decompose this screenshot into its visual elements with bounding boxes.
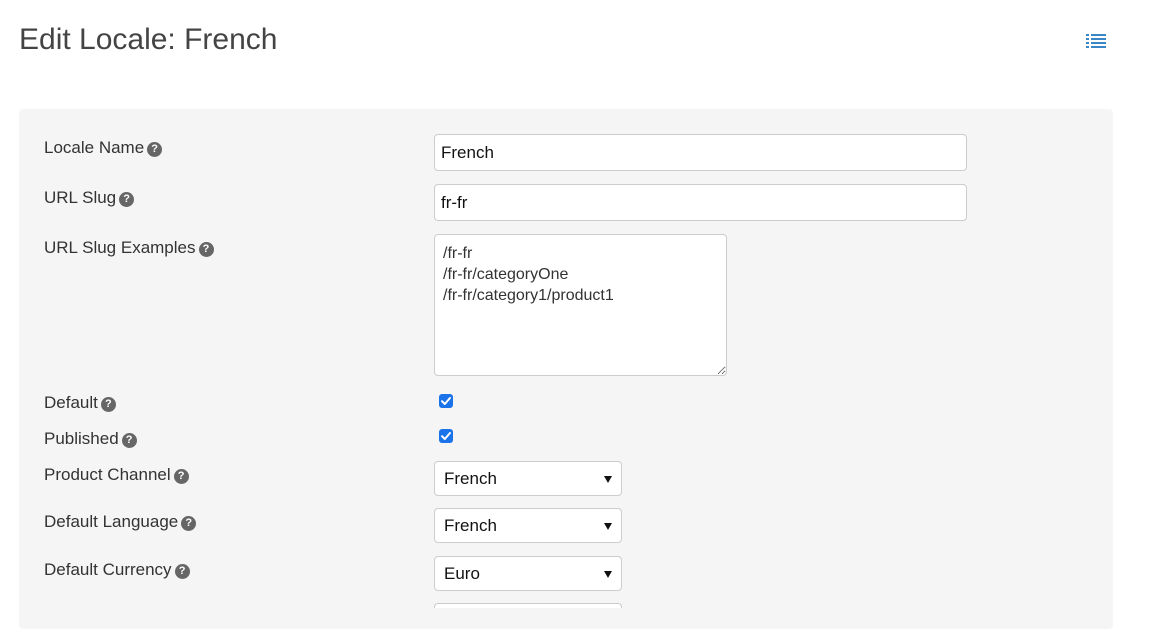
help-icon[interactable]: ? <box>147 142 163 157</box>
product-channel-select[interactable]: French <box>434 461 622 496</box>
help-icon[interactable]: ? <box>198 242 214 257</box>
locale-name-input[interactable] <box>434 134 967 171</box>
help-icon[interactable]: ? <box>181 516 197 531</box>
help-icon[interactable]: ? <box>100 397 116 412</box>
product-channel-value: French <box>444 469 497 488</box>
default-currency-value: Euro <box>444 564 480 583</box>
default-language-label: Default Language? <box>44 512 197 532</box>
help-icon[interactable]: ? <box>174 564 190 579</box>
default-label: Default? <box>44 393 116 413</box>
locale-name-label: Locale Name? <box>44 138 163 158</box>
published-checkbox[interactable] <box>439 429 453 443</box>
page-title: Edit Locale: French <box>19 23 278 56</box>
default-language-select[interactable]: French <box>434 508 622 543</box>
help-icon[interactable]: ? <box>119 192 135 207</box>
url-slug-input[interactable] <box>434 184 967 221</box>
checkmark-icon <box>441 432 451 440</box>
help-icon[interactable]: ? <box>173 469 189 484</box>
url-slug-examples-label: URL Slug Examples? <box>44 238 214 258</box>
dropdown-arrow-icon <box>604 476 612 483</box>
next-field-select[interactable] <box>434 603 622 608</box>
default-currency-select[interactable]: Euro <box>434 556 622 591</box>
default-checkbox[interactable] <box>439 394 453 408</box>
list-icon-graphic <box>1086 34 1106 48</box>
checkmark-icon <box>441 397 451 405</box>
product-channel-label: Product Channel? <box>44 465 189 485</box>
default-language-value: French <box>444 516 497 535</box>
published-label: Published? <box>44 429 137 449</box>
dropdown-arrow-icon <box>604 571 612 578</box>
url-slug-label: URL Slug? <box>44 188 135 208</box>
url-slug-examples-textarea[interactable]: /fr-fr /fr-fr/categoryOne /fr-fr/categor… <box>434 234 727 376</box>
help-icon[interactable]: ? <box>121 433 137 448</box>
dropdown-arrow-icon <box>604 523 612 530</box>
default-currency-label: Default Currency? <box>44 560 190 580</box>
list-icon[interactable] <box>1086 33 1106 51</box>
